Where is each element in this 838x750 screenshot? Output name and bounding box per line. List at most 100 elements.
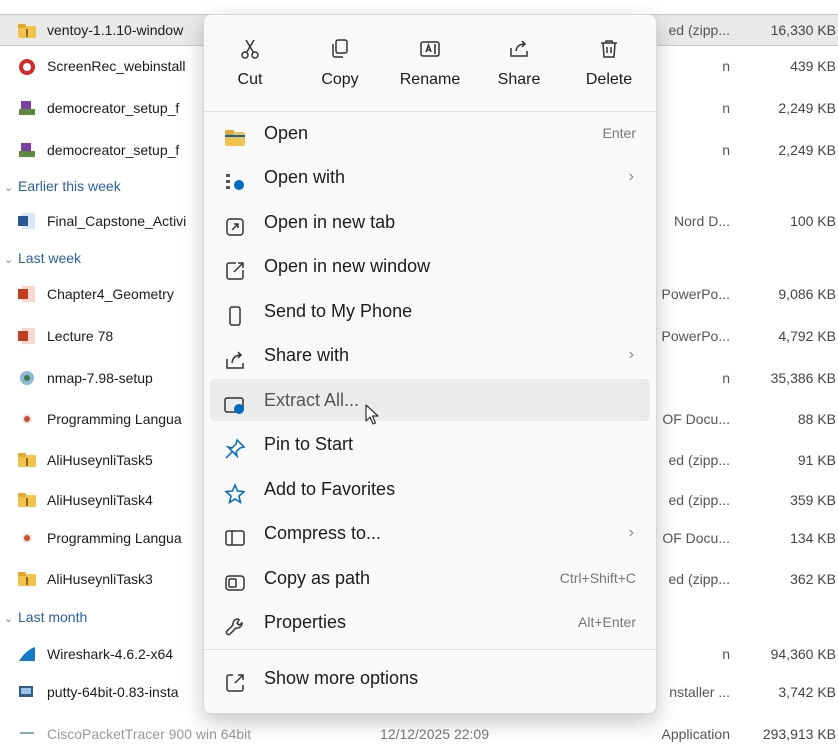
context-menu: Cut Copy Rename Share Delete Open Enter …: [203, 14, 657, 714]
chevron-down-icon: ⌄: [4, 613, 14, 625]
folder-icon: [224, 122, 246, 146]
open-with-icon: [224, 166, 246, 190]
menu-item-open-with[interactable]: Open with ›: [210, 156, 650, 198]
shortcut-text: Enter: [602, 125, 636, 141]
rename-button[interactable]: Rename: [387, 23, 473, 107]
file-size: 362 KB: [790, 571, 836, 587]
compress-icon: [224, 522, 246, 546]
quick-actions-bar: Cut Copy Rename Share Delete: [204, 23, 656, 111]
copy-icon: [328, 37, 352, 61]
mouse-cursor-icon: [365, 404, 379, 426]
file-name: ventoy-1.1.10-window: [47, 22, 184, 38]
file-size: 35,386 KB: [770, 370, 836, 386]
file-size: 134 KB: [790, 530, 836, 546]
menu-item-label: Open in new window: [264, 256, 431, 276]
delete-button[interactable]: Delete: [566, 23, 652, 107]
app-icon: [18, 58, 36, 75]
file-size: 100 KB: [790, 213, 836, 229]
copy-label: Copy: [321, 71, 359, 88]
file-name: AliHuseynliTask4: [47, 492, 153, 508]
file-date: 12/12/2025 22:09: [380, 726, 489, 742]
file-size: 91 KB: [797, 452, 836, 468]
menu-item-share-with[interactable]: Share with ›: [210, 334, 650, 376]
pdf-icon: [18, 411, 36, 427]
star-icon: [224, 478, 246, 505]
new-window-icon: [224, 255, 246, 280]
installer-icon: [18, 142, 36, 158]
file-name: Chapter4_Geometry: [47, 286, 174, 302]
menu-item-add-to-favorites[interactable]: Add to Favorites: [210, 468, 650, 510]
wireshark-icon: [18, 646, 36, 662]
menu-item-show-more-options[interactable]: Show more options: [210, 657, 650, 699]
powerpoint-icon: [18, 286, 36, 302]
rename-icon: [418, 37, 442, 61]
menu-item-label: Copy as path: [264, 568, 371, 588]
group-label: Earlier this week: [18, 178, 121, 194]
new-tab-icon: [224, 211, 246, 236]
pin-icon: [224, 433, 246, 459]
menu-item-extract-all[interactable]: Extract All...: [210, 379, 650, 421]
menu-item-open-new-tab[interactable]: Open in new tab: [210, 201, 650, 243]
file-size: 9,086 KB: [778, 286, 836, 302]
zip-folder-icon: [18, 452, 36, 468]
word-doc-icon: [18, 213, 36, 229]
menu-item-label: Show more options: [264, 668, 419, 688]
cut-button[interactable]: Cut: [207, 23, 293, 107]
menu-item-properties[interactable]: Properties Alt+Enter: [210, 601, 650, 643]
menu-item-label: Share with: [264, 345, 350, 365]
shortcut-text: Alt+Enter: [578, 614, 636, 630]
file-name: Wireshark-4.6.2-x64: [47, 646, 174, 662]
file-size: 439 KB: [790, 58, 836, 74]
cut-label: Cut: [237, 71, 263, 88]
file-name: CiscoPacketTracer 900 win 64bit: [47, 726, 252, 742]
pdf-icon: [18, 530, 36, 546]
zip-folder-icon: [18, 23, 36, 39]
file-size: 94,360 KB: [770, 646, 836, 662]
scissors-icon: [238, 37, 262, 61]
menu-item-label: Open: [264, 123, 309, 143]
menu-item-label: Extract All...: [264, 390, 360, 410]
file-name: ScreenRec_webinstall: [47, 58, 186, 74]
trash-icon: [597, 37, 621, 61]
menu-item-label: Properties: [264, 612, 347, 632]
file-name: Programming Langua: [47, 530, 182, 546]
installer-icon: [18, 370, 36, 386]
menu-item-pin-to-start[interactable]: Pin to Start: [210, 423, 650, 465]
file-size: 2,249 KB: [778, 100, 836, 116]
shortcut-text: Ctrl+Shift+C: [559, 570, 636, 586]
menu-item-send-to-phone[interactable]: Send to My Phone: [210, 290, 650, 332]
file-name: nmap-7.98-setup: [47, 370, 153, 386]
file-row-cisco[interactable]: CiscoPacketTracer 900 win 64bit 12/12/20…: [0, 718, 838, 750]
menu-item-compress-to[interactable]: Compress to... ›: [210, 512, 650, 554]
phone-icon: [224, 300, 246, 326]
share-label: Share: [497, 71, 541, 88]
menu-item-label: Compress to...: [264, 523, 382, 543]
group-header-earlier-this-week[interactable]: ⌄ Earlier this week: [4, 172, 121, 200]
group-label: Last month: [18, 609, 88, 625]
file-name: Programming Langua: [47, 411, 182, 427]
delete-label: Delete: [585, 71, 633, 88]
file-name: democreator_setup_f: [47, 142, 180, 158]
menu-item-copy-as-path[interactable]: Copy as path Ctrl+Shift+C: [210, 557, 650, 599]
extract-icon: [224, 389, 246, 414]
file-name: putty-64bit-0.83-insta: [47, 684, 179, 700]
chevron-right-icon: ›: [628, 524, 634, 541]
file-size: 359 KB: [790, 492, 836, 508]
menu-item-open[interactable]: Open Enter: [210, 112, 650, 154]
file-size: 2,249 KB: [778, 142, 836, 158]
menu-item-label: Send to My Phone: [264, 301, 413, 321]
copy-button[interactable]: Copy: [297, 23, 383, 107]
menu-item-label: Open with: [264, 167, 346, 187]
menu-item-open-new-window[interactable]: Open in new window: [210, 245, 650, 287]
share-with-icon: [224, 344, 246, 369]
installer-icon: [18, 684, 36, 700]
share-button[interactable]: Share: [476, 23, 562, 107]
file-size: 3,742 KB: [778, 684, 836, 700]
group-header-last-week[interactable]: ⌄ Last week: [4, 244, 81, 272]
group-header-last-month[interactable]: ⌄ Last month: [4, 603, 87, 631]
wrench-icon: [224, 611, 246, 636]
more-options-icon: [224, 667, 246, 692]
file-size: 4,792 KB: [778, 328, 836, 344]
file-name: Lecture 78: [47, 328, 114, 344]
file-type: Application: [661, 726, 731, 742]
